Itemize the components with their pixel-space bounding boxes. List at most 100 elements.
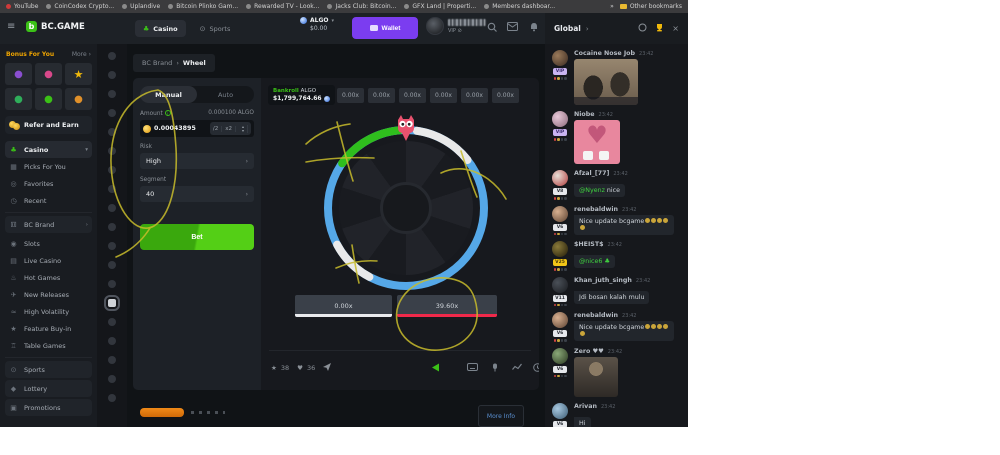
rail-game-icon[interactable] [108, 71, 116, 79]
bookmark-item[interactable]: Uplandive [122, 3, 160, 10]
avatar[interactable] [552, 403, 568, 419]
chat-username[interactable]: $HEIST$ [574, 241, 604, 248]
bookmark-item[interactable]: YouTube [6, 3, 38, 10]
multiplier-chip[interactable]: 0.00x [461, 88, 488, 103]
chat-username[interactable]: Zero ♥♥ [574, 348, 604, 355]
rail-game-icon[interactable] [108, 223, 116, 231]
sidebar-item-new-releases[interactable]: ✈New Releases [5, 286, 92, 303]
avatar[interactable] [552, 277, 568, 293]
other-bookmarks-button[interactable]: Other bookmarks [620, 3, 682, 10]
money-bonus-icon[interactable]: ● [35, 88, 62, 110]
sidebar-item-bc-brand[interactable]: ⚅ BC Brand › [5, 216, 92, 233]
amount-stepper[interactable]: ▴▾ [236, 125, 251, 133]
close-icon[interactable]: × [672, 24, 679, 33]
share-icon[interactable] [323, 363, 331, 373]
chat-image-meme-two-men-laughing[interactable] [574, 59, 638, 105]
avatar[interactable] [552, 111, 568, 127]
verify-icon[interactable] [491, 363, 499, 374]
sidebar-item-favorites[interactable]: ◎Favorites [5, 175, 92, 192]
chat-username[interactable]: renebaldwin [574, 312, 618, 319]
star-icon[interactable]: ★ [271, 364, 277, 372]
rail-game-icon[interactable] [108, 204, 116, 212]
rail-game-icon[interactable] [108, 147, 116, 155]
currency-selector[interactable]: ALGO ▾ $0.00 [300, 17, 334, 32]
bookmark-item[interactable]: GFX Land | Properti... [404, 3, 476, 10]
sidebar-item-sports[interactable]: ⊙Sports [5, 361, 92, 378]
segment-select[interactable]: 40 › [140, 186, 254, 202]
bet-button[interactable]: Bet [140, 224, 254, 250]
sidebar-item-slots[interactable]: ◉Slots [5, 235, 92, 252]
rail-game-icon[interactable] [108, 318, 116, 326]
multiplier-chip[interactable]: 0.00x [399, 88, 426, 103]
avatar[interactable] [552, 312, 568, 328]
chat-image-portrait-heart-hands[interactable] [574, 357, 618, 397]
multiplier-chip[interactable]: 0.00x [492, 88, 519, 103]
bookmark-item[interactable]: Members dashboar... [484, 3, 555, 10]
sidebar-item-refer-and-earn[interactable]: Refer and Earn [5, 116, 92, 134]
multiplier-chip[interactable]: 0.00x [337, 88, 364, 103]
trophy-icon[interactable] [655, 23, 664, 34]
double-bet-button[interactable]: x2 [222, 126, 236, 132]
tab-casino[interactable]: ♣ Casino [135, 20, 186, 37]
bookmark-item[interactable]: CoinCodex Crypto... [46, 3, 114, 10]
rail-game-icon[interactable] [108, 337, 116, 345]
avatar[interactable] [552, 50, 568, 66]
sidebar-item-lottery[interactable]: ◆Lottery [5, 380, 92, 397]
bonus-more-link[interactable]: More › [72, 51, 91, 58]
rail-game-icon[interactable] [108, 185, 116, 193]
tab-manual[interactable]: Manual [140, 86, 197, 103]
chat-channel-title[interactable]: Global [554, 24, 581, 33]
rail-game-icon[interactable] [108, 261, 116, 269]
sidebar-item-table-games[interactable]: ♖Table Games [5, 337, 92, 354]
sidebar-item-high-volatility[interactable]: ≈High Volatility [5, 303, 92, 320]
chat-username[interactable]: Khan_juth_singh [574, 277, 632, 284]
history-icon[interactable] [533, 363, 539, 374]
breadcrumb-parent[interactable]: BC Brand [142, 59, 172, 67]
honey-bonus-icon[interactable]: ● [65, 88, 92, 110]
hotkeys-icon[interactable] [467, 363, 478, 373]
bookmark-item[interactable]: Rewarded TV - Look... [246, 3, 319, 10]
chevron-right-icon[interactable]: › [586, 25, 589, 33]
bookmarks-overflow-chevron[interactable]: » [610, 3, 614, 10]
purple-orb-bonus-icon[interactable]: ● [5, 63, 32, 85]
chat-username[interactable]: Arivan [574, 403, 597, 410]
mention[interactable]: @Nyenz [579, 187, 607, 194]
menu-icon[interactable]: ≡ [7, 21, 15, 32]
user-profile[interactable]: VIP ⊘ [426, 17, 486, 35]
rail-game-icon[interactable] [108, 375, 116, 383]
heart-icon[interactable]: ♥ [297, 364, 303, 372]
multiplier-chip[interactable]: 0.00x [430, 88, 457, 103]
avatar[interactable] [552, 170, 568, 186]
info-icon[interactable]: i [165, 110, 171, 116]
sidebar-item-recent[interactable]: ◷Recent [5, 192, 92, 209]
more-info-button[interactable]: More Info [478, 405, 524, 427]
provider-badge[interactable] [140, 408, 184, 417]
bookmark-item[interactable]: Jacks Club: Bitcoin... [327, 3, 396, 10]
avatar[interactable] [552, 241, 568, 257]
bookmark-item[interactable]: Bitcoin Plinko Gam... [168, 3, 238, 10]
egg-bonus-icon[interactable]: ● [35, 63, 62, 85]
mail-icon[interactable] [507, 21, 518, 32]
star-bonus-icon[interactable]: ★ [65, 63, 92, 85]
rail-game-icon[interactable] [108, 166, 116, 174]
search-icon[interactable] [486, 21, 497, 32]
avatar[interactable] [552, 348, 568, 364]
green-lamp-bonus-icon[interactable]: ● [5, 88, 32, 110]
rail-game-icon[interactable] [108, 52, 116, 60]
sidebar-item-live-casino[interactable]: ▤Live Casino [5, 252, 92, 269]
chat-username[interactable]: Cocaine Nose Job [574, 50, 635, 57]
rail-game-icon[interactable] [108, 356, 116, 364]
rail-game-icon[interactable] [108, 299, 116, 307]
rail-game-icon[interactable] [108, 128, 116, 136]
tab-sports[interactable]: ⊙ Sports [192, 20, 239, 37]
sidebar-item-promotions[interactable]: ▣Promotions [5, 399, 92, 416]
bell-icon[interactable] [528, 21, 539, 32]
chat-rules-icon[interactable] [638, 23, 647, 34]
rail-game-icon[interactable] [108, 109, 116, 117]
avatar[interactable] [552, 206, 568, 222]
chat-username[interactable]: Afzal_[77] [574, 170, 609, 177]
half-bet-button[interactable]: /2 [210, 126, 222, 132]
sidebar-item-picks-for-you[interactable]: ▦Picks For You [5, 158, 92, 175]
tab-auto[interactable]: Auto [197, 86, 254, 103]
rail-game-icon[interactable] [108, 280, 116, 288]
